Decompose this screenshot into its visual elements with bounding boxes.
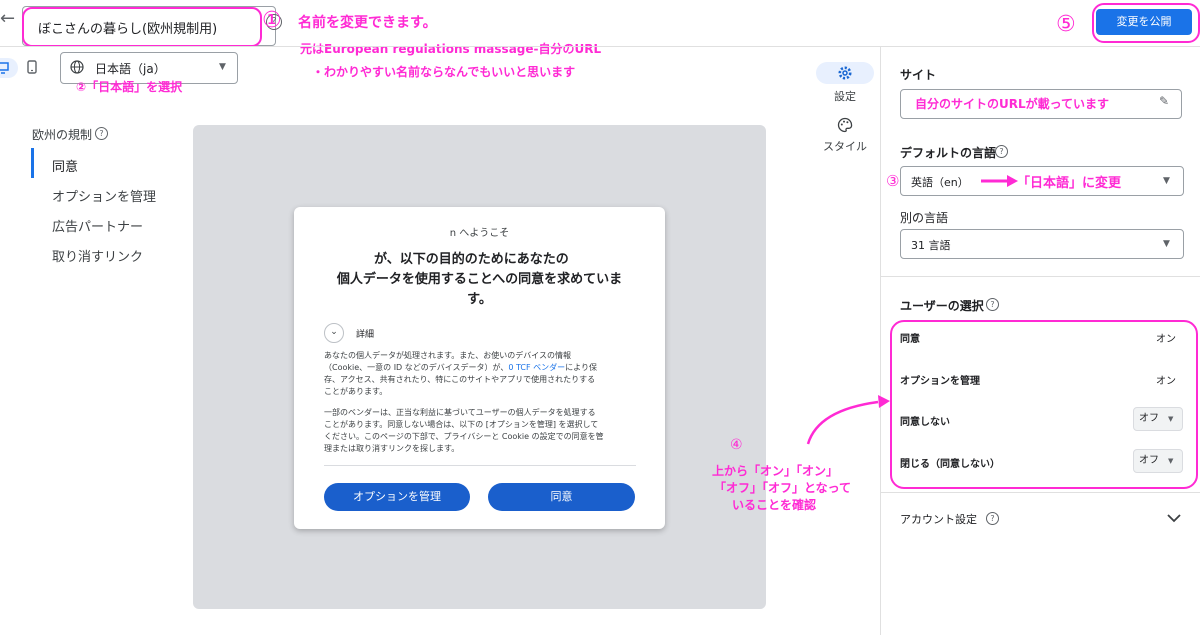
desktop-icon [0,62,9,74]
annotation-number-1: ① [262,8,282,33]
help-icon[interactable]: ? [995,145,1008,158]
default-language-select[interactable]: 英語（en） 「日本語」に変更 ▼ [900,166,1184,196]
choice-value-manage: オン [1156,376,1176,387]
annotation-naming-tip: ・わかりやすい名前ならなんでもいいと思います [312,65,576,79]
choice-label-close: 閉じる（同意しない） [900,459,1000,470]
choice-decline-select[interactable]: オフ ▼ [1133,407,1183,431]
settings-tab-highlight[interactable] [816,62,874,84]
panel-divider [880,47,881,635]
palette-icon[interactable] [837,117,853,133]
help-icon[interactable]: ? [986,298,999,311]
tab-settings[interactable]: 設定 [816,88,874,104]
choice-value-consent: オン [1156,334,1176,345]
publish-changes-button[interactable]: 変更を公開 [1096,9,1192,35]
dialog-divider [324,465,636,466]
site-section-title: サイト [900,68,937,82]
manage-options-button[interactable]: オプションを管理 [324,483,470,511]
annotation-curved-arrow [806,395,890,445]
help-icon[interactable]: ? [95,127,108,140]
annotation-change-to-japanese: 「日本語」に変更 [1017,176,1122,191]
account-settings-title[interactable]: アカウント設定 [900,511,977,527]
section-divider [881,276,1200,277]
chevron-down-icon: ▼ [1163,239,1170,249]
annotation-rename-note: 名前を変更できます。 [298,15,437,31]
nav-item-manage-options[interactable]: オプションを管理 [52,186,156,205]
choice-label-manage: オプションを管理 [900,376,980,387]
dialog-heading: が、以下の目的のためにあなたの 個人データを使用することへの同意を求めていま す… [336,252,623,307]
annotation-number-3: ③ [886,172,900,190]
chevron-down-icon: ▼ [1168,457,1174,465]
site-field[interactable]: 自分のサイトのURLが載っています ✎ [900,89,1182,119]
mobile-icon[interactable] [27,60,37,74]
annotation-original-name-note: 元はEuropean regulations massage-自分のURL [300,42,602,56]
default-language-title: デフォルトの言語 [900,146,997,160]
annotation-select-japanese: ②「日本語」を選択 [76,80,183,94]
back-arrow-icon[interactable]: ← [0,8,15,29]
tab-style[interactable]: スタイル [816,138,874,154]
annotation-number-4: ④ [730,437,743,453]
default-language-value: 英語（en） [911,176,969,189]
tcf-vendors-link[interactable]: 0 TCF ベンダー [508,363,565,372]
annotation-number-5: ⑤ [1056,12,1076,37]
annotation-arrow [981,175,1018,187]
nav-active-indicator [31,148,34,178]
nav-item-ad-partners[interactable]: 広告パートナー [52,216,143,235]
desktop-view-toggle[interactable] [0,58,18,78]
expand-details-icon[interactable]: ⌄ [324,323,344,343]
left-nav-title: 欧州の規制 [32,128,93,142]
nav-item-consent[interactable]: 同意 [52,156,78,175]
details-label[interactable]: 詳細 [356,327,374,340]
dialog-body-1: あなたの個人データが処理されます。また、お使いのデバイスの情報 （Cookie、… [324,351,597,396]
pencil-icon[interactable]: ✎ [1159,94,1169,108]
site-url-note: 自分のサイトのURLが載っています [915,97,1110,111]
gear-icon [838,66,852,80]
site-name-value: ぼこさんの暮らし(欧州規制用) [38,22,218,37]
dialog-body-2: 一部のベンダーは、正当な利益に基づいてユーザーの個人データを処理する ことがあり… [324,408,604,453]
choice-value-decline: オフ [1139,413,1159,424]
other-languages-title: 別の言語 [900,211,949,225]
choice-label-decline: 同意しない [900,417,950,428]
choice-close-select[interactable]: オフ ▼ [1133,449,1183,473]
preview-language-value: 日本語（ja） [95,62,166,76]
header-divider [0,46,1200,47]
annotation-verify-note: 上から「オン」「オン」 「オフ」「オフ」となって いることを確認 [712,464,852,512]
dialog-welcome: n へようこそ [449,228,510,239]
section-divider [881,492,1200,493]
globe-icon [70,60,84,74]
chevron-down-icon[interactable] [1166,512,1182,524]
nav-item-revoke-link[interactable]: 取り消すリンク [52,246,143,265]
help-icon[interactable]: ? [986,512,999,525]
other-languages-value: 31 言語 [911,239,951,252]
consent-button[interactable]: 同意 [488,483,635,511]
consent-dialog: n へようこそ が、以下の目的のためにあなたの 個人データを使用することへの同意… [294,207,665,529]
chevron-down-icon: ▼ [219,62,226,72]
choice-value-close: オフ [1139,455,1159,466]
other-languages-select[interactable]: 31 言語 ▼ [900,229,1184,259]
user-choice-title: ユーザーの選択 [900,299,984,313]
chevron-down-icon: ▼ [1168,415,1174,423]
chevron-down-icon: ▼ [1163,176,1170,186]
choice-label-consent: 同意 [900,334,920,345]
